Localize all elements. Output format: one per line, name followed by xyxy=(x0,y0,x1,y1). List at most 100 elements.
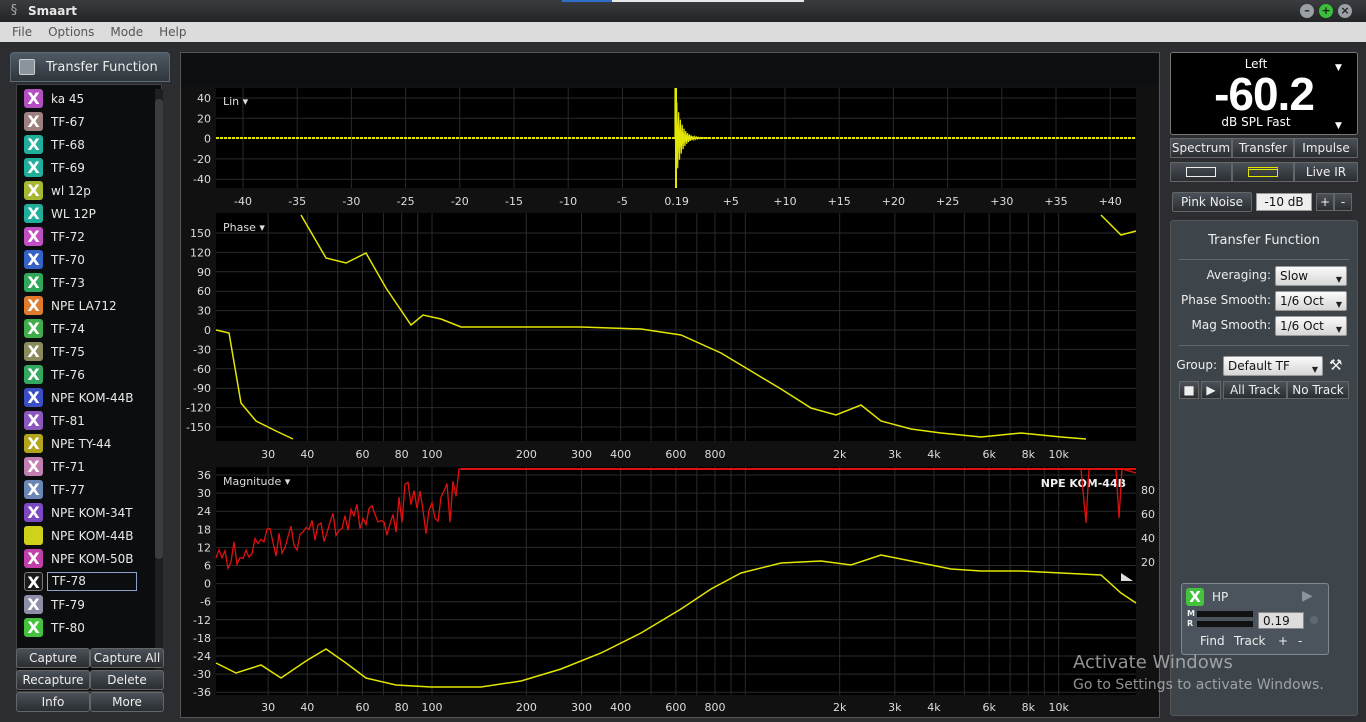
trace-name: TF-78 xyxy=(47,572,137,591)
menu-options[interactable]: Options xyxy=(48,25,94,39)
trace-name: wl 12p xyxy=(51,183,91,198)
minimize-icon[interactable]: – xyxy=(1300,4,1314,18)
tools-icon[interactable]: ⚒ xyxy=(1329,356,1342,374)
play-arrow-icon[interactable]: ▶ xyxy=(1302,588,1313,604)
play-button[interactable]: ▶ xyxy=(1201,381,1221,399)
track-button[interactable]: Track xyxy=(1234,634,1265,648)
trace-item[interactable]: X TF-77 xyxy=(17,478,163,501)
trace-item[interactable]: NPE KOM-44B xyxy=(17,524,163,547)
trace-item[interactable]: X TF-69 xyxy=(17,156,163,179)
m-level-bar xyxy=(1197,611,1253,617)
spl-meter[interactable]: Left ▼ -60.2 dB SPL Fast ▼ xyxy=(1170,52,1358,135)
tab-spectrum[interactable]: Spectrum xyxy=(1170,138,1232,158)
trace-item[interactable]: X NPE KOM-34T xyxy=(17,501,163,524)
trace-item[interactable]: X NPE KOM-50B xyxy=(17,547,163,570)
group-select[interactable]: Default TF ▼ xyxy=(1223,356,1323,376)
trace-visibility-badge[interactable]: X xyxy=(24,342,43,361)
trace-list-scrollbar[interactable] xyxy=(155,89,163,689)
hp-badge[interactable]: X xyxy=(1186,588,1204,606)
trace-item[interactable]: Xka 45 xyxy=(17,87,163,110)
tab-impulse[interactable]: Impulse xyxy=(1294,138,1358,158)
unit-dropdown-icon[interactable]: ▼ xyxy=(1335,121,1342,131)
split-plot-view-button[interactable] xyxy=(1232,162,1294,182)
level-increase-button[interactable]: + xyxy=(1316,193,1334,211)
menu-mode[interactable]: Mode xyxy=(110,25,143,39)
trace-item[interactable]: Xwl 12p xyxy=(17,179,163,202)
delay-minus-button[interactable]: - xyxy=(1298,634,1302,648)
trace-item[interactable]: X NPE TY-44 xyxy=(17,432,163,455)
delay-value-field[interactable]: 0.19 xyxy=(1258,612,1304,629)
stop-button[interactable]: ■ xyxy=(1179,381,1199,399)
generator-level-field[interactable]: -10 dB xyxy=(1256,193,1312,211)
live-ir-button[interactable]: Live IR xyxy=(1294,162,1358,182)
menu-file[interactable]: File xyxy=(12,25,32,39)
more-button[interactable]: More xyxy=(90,692,164,712)
trace-item[interactable]: X TF-72 xyxy=(17,225,163,248)
trace-item[interactable]: X TF-75 xyxy=(17,340,163,363)
trace-visibility-badge[interactable]: X xyxy=(24,503,43,522)
averaging-select[interactable]: Slow ▼ xyxy=(1275,266,1347,286)
delay-plus-button[interactable]: + xyxy=(1278,634,1288,648)
title-bar: § Smaart – + × xyxy=(0,0,1366,22)
trace-visibility-badge[interactable]: X xyxy=(24,411,43,430)
trace-item[interactable]: X TF-70 xyxy=(17,248,163,271)
trace-visibility-badge[interactable]: X xyxy=(24,457,43,476)
single-plot-view-button[interactable] xyxy=(1170,162,1232,182)
tab-transfer[interactable]: Transfer xyxy=(1232,138,1294,158)
trace-item[interactable]: X TF-68 xyxy=(17,133,163,156)
trace-item[interactable]: X NPE LA712 xyxy=(17,294,163,317)
phase-smooth-select[interactable]: 1/6 Oct ▼ xyxy=(1275,291,1347,311)
trace-item[interactable]: X TF-67 xyxy=(17,110,163,133)
trace-item[interactable]: X TF-71 xyxy=(17,455,163,478)
trace-visibility-badge[interactable]: X xyxy=(24,595,43,614)
transfer-function-header[interactable]: Transfer Function xyxy=(10,52,170,82)
trace-item[interactable]: X NPE KOM-44B xyxy=(17,386,163,409)
trace-visibility-badge[interactable]: X xyxy=(24,618,43,637)
trace-item[interactable]: X TF-79 xyxy=(17,593,163,616)
trace-item[interactable]: X TF-78 xyxy=(17,570,163,593)
mag-smooth-select[interactable]: 1/6 Oct ▼ xyxy=(1275,316,1347,336)
trace-visibility-badge[interactable]: X xyxy=(24,572,43,592)
close-icon[interactable]: × xyxy=(1338,4,1352,18)
menu-help[interactable]: Help xyxy=(159,25,186,39)
trace-item[interactable]: X TF-81 xyxy=(17,409,163,432)
all-track-button[interactable]: All Track xyxy=(1223,381,1287,399)
info-button[interactable]: Info xyxy=(16,692,90,712)
trace-item[interactable]: X TF-73 xyxy=(17,271,163,294)
pink-noise-button[interactable]: Pink Noise xyxy=(1172,192,1252,212)
trace-visibility-badge[interactable]: X xyxy=(24,549,43,568)
trace-name: TF-68 xyxy=(51,137,85,152)
maximize-icon[interactable]: + xyxy=(1319,4,1333,18)
trace-visibility-badge[interactable]: X xyxy=(24,135,43,154)
delete-button[interactable]: Delete xyxy=(90,670,164,690)
trace-visibility-badge[interactable]: X xyxy=(24,480,43,499)
mode-toggle-checkbox[interactable] xyxy=(19,59,35,75)
measurement-plots[interactable]: -40 -35 -30 -25 -20 -15 -10 -5 0.19 +5 +10 +15 +20 +2… xyxy=(181,53,1159,717)
trace-item[interactable]: X WL 12P xyxy=(17,202,163,225)
scrollbar-thumb[interactable] xyxy=(155,99,163,559)
trace-visibility-badge[interactable]: X xyxy=(24,296,43,315)
trace-visibility-badge[interactable]: X xyxy=(24,250,43,269)
trace-item[interactable]: X TF-76 xyxy=(17,363,163,386)
trace-visibility-badge[interactable]: X xyxy=(24,158,43,177)
trace-visibility-badge[interactable]: X xyxy=(24,181,43,200)
trace-visibility-badge[interactable]: X xyxy=(24,204,43,223)
trace-visibility-badge[interactable]: X xyxy=(24,227,43,246)
level-decrease-button[interactable]: - xyxy=(1334,193,1352,211)
recapture-button[interactable]: Recapture xyxy=(16,670,90,690)
trace-visibility-badge[interactable]: X xyxy=(24,365,43,384)
trace-visibility-badge[interactable]: X xyxy=(24,89,43,108)
trace-item[interactable]: X TF-74 xyxy=(17,317,163,340)
capture-button[interactable]: Capture xyxy=(16,648,90,668)
trace-visibility-badge[interactable]: X xyxy=(24,273,43,292)
no-track-button[interactable]: No Track xyxy=(1287,381,1349,399)
trace-visibility-badge[interactable]: X xyxy=(24,434,43,453)
trace-visibility-badge[interactable]: X xyxy=(24,319,43,338)
find-button[interactable]: Find xyxy=(1200,634,1225,648)
trace-item[interactable]: X TF-80 xyxy=(17,616,163,639)
trace-visibility-badge[interactable] xyxy=(24,526,43,545)
trace-visibility-badge[interactable]: X xyxy=(24,112,43,131)
impulse-x-tick: -20 xyxy=(451,195,469,208)
capture-all-button[interactable]: Capture All xyxy=(90,648,164,668)
trace-visibility-badge[interactable]: X xyxy=(24,388,43,407)
